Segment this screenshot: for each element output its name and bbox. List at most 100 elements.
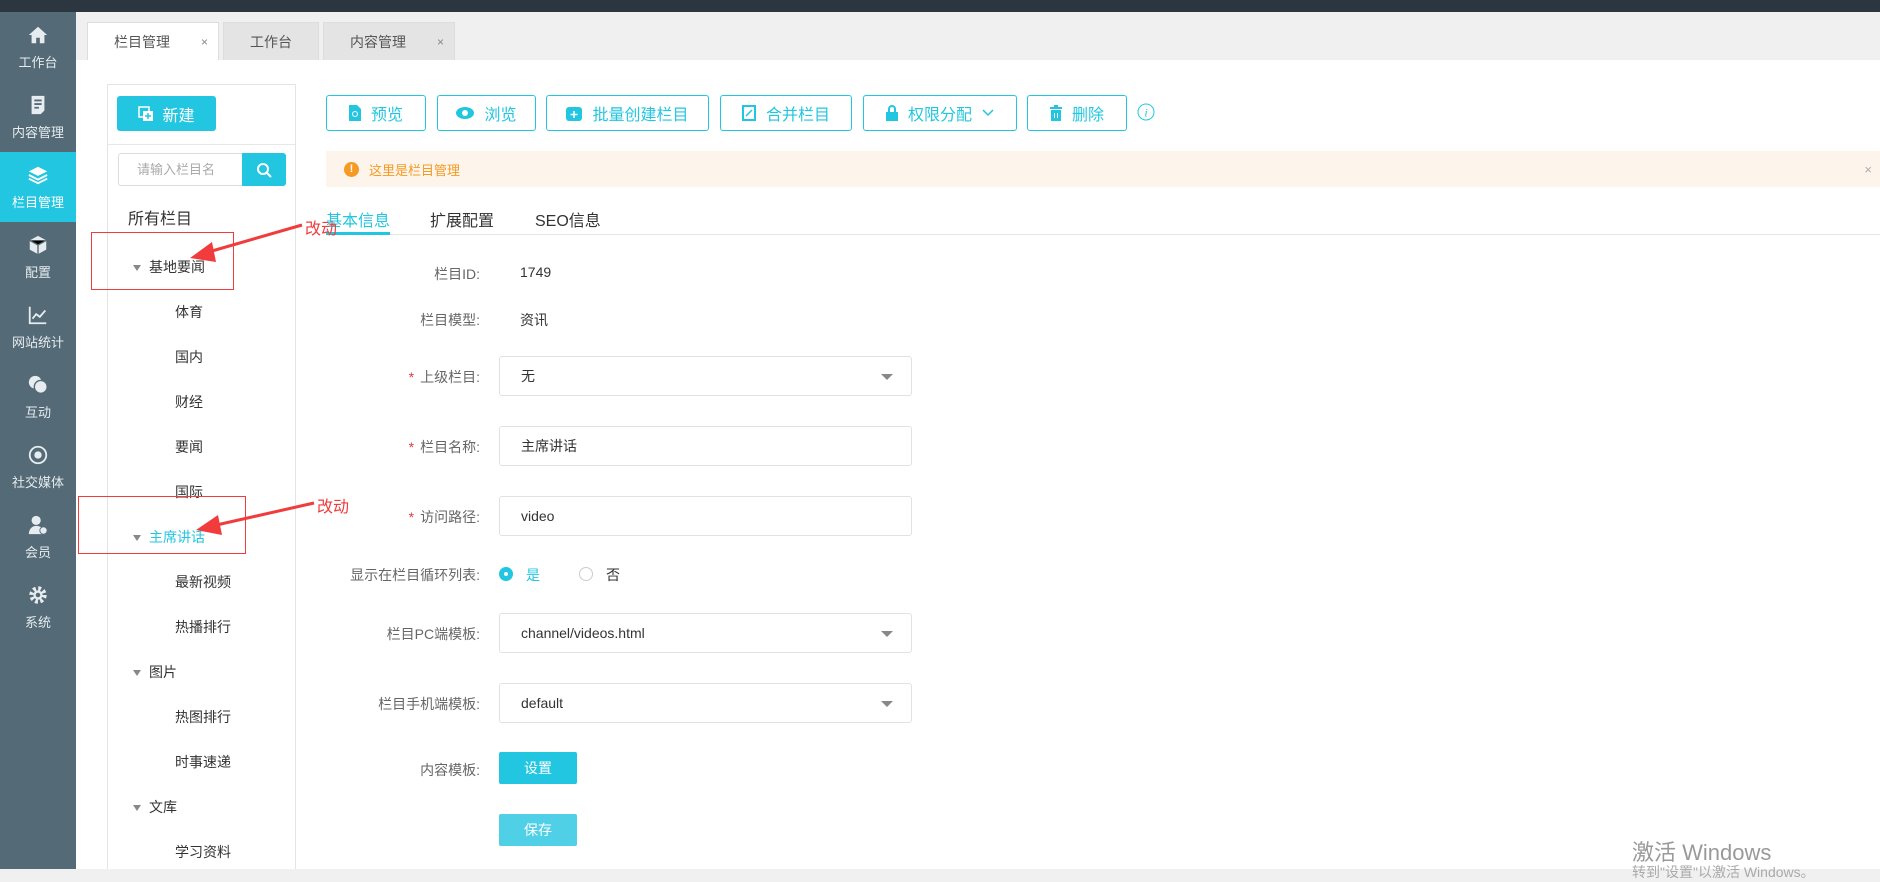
- user-icon: [28, 515, 48, 535]
- chat-icon: [28, 375, 48, 394]
- tree-node[interactable]: 热播排行: [175, 617, 231, 637]
- info-alert: ! 这里是栏目管理 ×: [326, 151, 1880, 187]
- browse-button[interactable]: 浏览: [437, 95, 536, 131]
- mobile-template-label: 栏目手机端模板:: [378, 696, 480, 712]
- select-value: 无: [521, 368, 535, 384]
- permission-dropdown[interactable]: 权限分配: [863, 95, 1017, 131]
- sidebar-item-member[interactable]: 会员: [0, 502, 76, 572]
- tree-title: 所有栏目: [128, 211, 193, 228]
- close-icon[interactable]: ×: [201, 35, 208, 49]
- mobile-template-select[interactable]: default: [499, 683, 912, 723]
- chevron-down-icon: [982, 109, 994, 117]
- parent-select[interactable]: 无: [499, 356, 912, 396]
- sidebar-item-label: 内容管理: [11, 124, 64, 140]
- sidebar-item-system[interactable]: 系统: [0, 572, 76, 642]
- radio-no-label: 否: [606, 567, 620, 583]
- label-text: 访问路径:: [420, 509, 480, 525]
- sidebar-item-interaction[interactable]: 互动: [0, 362, 76, 432]
- tab-workbench[interactable]: 工作台: [223, 22, 319, 60]
- tab-label: 内容管理: [350, 33, 406, 50]
- tab-columns[interactable]: 栏目管理 ×: [87, 22, 219, 60]
- radio-yes[interactable]: [499, 567, 513, 581]
- form-tabs: 基本信息 扩展配置 SEO信息: [326, 205, 1880, 235]
- sidebar: 工作台 内容管理 栏目管理 配置 网站统计 互动 社交媒体 会员 系统: [0, 12, 76, 869]
- file-search-icon: [348, 105, 361, 121]
- alert-text: 这里是栏目管理: [369, 162, 461, 178]
- model-value: 资讯: [520, 312, 548, 328]
- sidebar-item-label: 会员: [24, 544, 51, 560]
- tree-node[interactable]: 学习资料: [175, 842, 231, 862]
- pc-template-label: 栏目PC端模板:: [386, 626, 480, 642]
- tree-node[interactable]: 国内: [175, 347, 203, 367]
- search-button[interactable]: [242, 153, 286, 186]
- tab-bar: 栏目管理 × 工作台 内容管理 ×: [76, 12, 1880, 60]
- tab-seo-info[interactable]: SEO信息: [535, 207, 601, 235]
- tab-label: 栏目管理: [114, 33, 170, 50]
- batch-create-button[interactable]: 批量创建栏目: [546, 95, 709, 131]
- tree-node[interactable]: 热图排行: [175, 707, 231, 727]
- sidebar-item-content[interactable]: 内容管理: [0, 82, 76, 152]
- tree-node[interactable]: 体育: [175, 302, 203, 322]
- sidebar-item-label: 网站统计: [11, 334, 64, 350]
- target-icon: [28, 445, 48, 464]
- sidebar-item-columns[interactable]: 栏目管理: [0, 152, 76, 222]
- radio-no[interactable]: [579, 567, 593, 581]
- close-icon[interactable]: ×: [1864, 162, 1872, 177]
- sidebar-item-label: 社交媒体: [11, 474, 64, 490]
- model-label: 栏目模型:: [420, 312, 480, 328]
- select-value: channel/videos.html: [521, 625, 645, 641]
- tree-node[interactable]: 要闻: [175, 437, 203, 457]
- path-label: * 访问路径:: [409, 507, 480, 527]
- delete-button[interactable]: 删除: [1027, 95, 1127, 131]
- tree-node-label: 热播排行: [175, 619, 231, 635]
- tree-node[interactable]: 文库: [133, 797, 177, 817]
- caret-down-icon[interactable]: [133, 670, 141, 677]
- input-value: video: [521, 508, 555, 524]
- pc-template-select[interactable]: channel/videos.html: [499, 613, 912, 653]
- caret-down-icon[interactable]: [133, 805, 141, 812]
- close-icon[interactable]: ×: [437, 35, 444, 49]
- tree-node[interactable]: 财经: [175, 392, 203, 412]
- dropdown-arrow-icon: [881, 631, 893, 637]
- tab-content[interactable]: 内容管理 ×: [323, 22, 455, 60]
- main-content: 新建 所有栏目 基地要闻体育国内财经要闻国际主席讲话最新视频热播排行图片热图排行…: [76, 60, 1880, 869]
- search-input[interactable]: [118, 153, 242, 186]
- annotation-box: [78, 496, 246, 554]
- button-label: 预览: [370, 107, 403, 124]
- divider: [108, 144, 295, 145]
- tab-extended-config[interactable]: 扩展配置: [430, 207, 494, 235]
- sidebar-item-social[interactable]: 社交媒体: [0, 432, 76, 502]
- tree-node[interactable]: 图片: [133, 662, 177, 682]
- home-icon: [28, 26, 48, 43]
- eye-icon: [456, 107, 475, 119]
- content-template-set-button[interactable]: 设置: [499, 752, 577, 784]
- tab-label: 工作台: [250, 33, 292, 50]
- sidebar-item-config[interactable]: 配置: [0, 222, 76, 292]
- sidebar-item-workbench[interactable]: 工作台: [0, 12, 76, 82]
- merge-button[interactable]: 合并栏目: [720, 95, 852, 131]
- preview-button[interactable]: 预览: [326, 95, 426, 131]
- tree-node[interactable]: 最新视频: [175, 572, 231, 592]
- content-template-label: 内容模板:: [420, 762, 480, 778]
- label-text: 栏目名称:: [420, 439, 480, 455]
- tree-node[interactable]: 时事速递: [175, 752, 231, 772]
- chart-icon: [28, 306, 47, 324]
- add-icon: [138, 105, 154, 121]
- info-icon[interactable]: i: [1137, 103, 1155, 121]
- warning-icon: !: [344, 161, 359, 177]
- save-button[interactable]: 保存: [499, 814, 577, 846]
- top-bar: [0, 0, 1880, 12]
- name-input[interactable]: 主席讲话: [499, 426, 912, 466]
- select-value: default: [521, 695, 564, 711]
- new-button[interactable]: 新建: [117, 96, 216, 131]
- tree-node-label: 文库: [149, 799, 177, 815]
- path-input[interactable]: video: [499, 496, 912, 536]
- sidebar-item-stats[interactable]: 网站统计: [0, 292, 76, 362]
- id-value: 1749: [520, 264, 552, 280]
- sidebar-item-label: 配置: [24, 264, 51, 280]
- merge-icon: [741, 105, 756, 121]
- tree-node-label: 国内: [175, 349, 203, 365]
- dropdown-arrow-icon: [881, 374, 893, 380]
- lock-icon: [885, 105, 898, 121]
- windows-watermark-subtext: 转到"设置"以激活 Windows。: [1632, 864, 1815, 880]
